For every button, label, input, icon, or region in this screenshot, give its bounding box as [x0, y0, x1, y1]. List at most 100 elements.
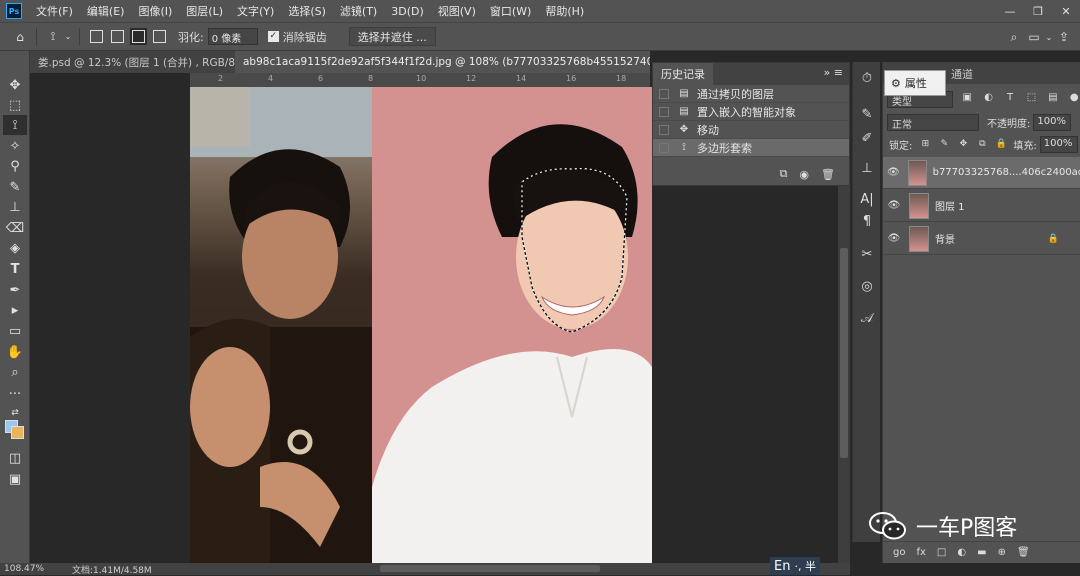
background-color-swatch[interactable] [11, 426, 24, 439]
menu-help[interactable]: 帮助(H) [545, 3, 584, 19]
horizontal-scroll-thumb[interactable] [380, 565, 600, 572]
history-checkbox[interactable] [659, 124, 669, 135]
clone-source-icon[interactable]: ⊥ [857, 158, 877, 178]
select-and-mask-button[interactable]: 选择并遮住 ... [348, 27, 436, 46]
menu-image[interactable]: 图像(I) [138, 3, 172, 19]
tab-document-1[interactable]: 娄.psd @ 12.3% (图层 1 (合并) , RGB/8*) [30, 51, 235, 73]
intersect-selection-icon[interactable] [153, 30, 166, 43]
minimize-icon[interactable]: — [996, 0, 1024, 22]
zoom-level[interactable]: 108.47% [4, 564, 64, 574]
add-selection-icon[interactable] [111, 30, 124, 43]
new-selection-icon[interactable] [90, 30, 103, 43]
feather-input[interactable]: 0 像素 [207, 28, 258, 45]
fx-icon[interactable]: fx [916, 547, 925, 558]
menu-view[interactable]: 视图(V) [438, 3, 476, 19]
fill-input[interactable]: 100% [1039, 135, 1078, 153]
eyedropper-tool-icon[interactable]: ⚲ [3, 156, 27, 176]
tab-document-2[interactable]: ab98c1aca9115f2de92af5f344f1f2d.jpg @ 10… [235, 51, 650, 73]
menu-edit[interactable]: 编辑(E) [87, 3, 125, 19]
new-document-from-state-icon[interactable]: ⧉ [780, 167, 788, 181]
menu-file[interactable]: 文件(F) [36, 3, 73, 19]
lock-pixels-icon[interactable]: ✎ [938, 139, 950, 149]
magic-wand-tool-icon[interactable]: ✧ [3, 136, 27, 156]
type-filter-icon[interactable]: T [1003, 92, 1016, 106]
document-info[interactable]: 文档:1.41M/4.58M [72, 563, 152, 576]
new-group-icon[interactable]: ▬ [977, 547, 986, 558]
home-icon[interactable]: ⌂ [10, 27, 30, 47]
history-item[interactable]: ⟟ 多边形套索 [653, 139, 849, 157]
menu-type[interactable]: 文字(Y) [237, 3, 274, 19]
trash-icon[interactable]: 🗑 [821, 168, 835, 181]
menu-filter[interactable]: 滤镜(T) [340, 3, 377, 19]
path-select-tool-icon[interactable]: ▸ [3, 300, 27, 320]
vertical-scroll-thumb[interactable] [840, 248, 848, 458]
tab-channels[interactable]: 通道 [951, 66, 973, 82]
camera-snapshot-icon[interactable]: ◉ [799, 168, 809, 181]
shape-filter-icon[interactable]: ⬚ [1025, 92, 1038, 106]
menu-window[interactable]: 窗口(W) [490, 3, 531, 19]
filter-toggle-icon[interactable]: ● [1068, 92, 1080, 106]
pen-tool-icon[interactable]: ✒ [3, 280, 27, 300]
character-icon[interactable]: A| [857, 189, 877, 209]
opacity-input[interactable]: 100% [1033, 113, 1072, 131]
type-tool-icon[interactable]: T [3, 259, 27, 279]
visibility-eye-icon[interactable]: 👁 [883, 200, 905, 211]
layer-row[interactable]: 👁 图层 1 [883, 190, 1080, 222]
menu-layer[interactable]: 图层(L) [186, 3, 223, 19]
visibility-eye-icon[interactable]: 👁 [883, 233, 905, 244]
new-layer-icon[interactable]: ⊕ [998, 547, 1006, 558]
layer-row[interactable]: 👁 b77703325768....406c2400ad7 [883, 157, 1080, 189]
restore-icon[interactable]: ❐ [1024, 0, 1052, 22]
lock-artboard-icon[interactable]: ⧉ [976, 139, 988, 149]
paragraph-icon[interactable]: ¶ [857, 211, 877, 231]
more-tools-icon[interactable]: ··· [3, 384, 27, 404]
search-icon[interactable]: ⌕ [1004, 27, 1024, 47]
lock-transparent-icon[interactable]: ⊞ [919, 139, 931, 149]
history-panel-icon[interactable]: ⏱ [857, 68, 877, 88]
tab-history[interactable]: 历史记录 [653, 63, 713, 85]
lock-all-icon[interactable]: 🔒 [995, 139, 1007, 149]
zoom-tool-icon[interactable]: ⌕ [3, 362, 27, 382]
adjustment-filter-icon[interactable]: ◐ [982, 92, 995, 106]
menu-3d[interactable]: 3D(D) [391, 5, 424, 18]
layer-row[interactable]: 👁 背景 🔒 [883, 223, 1080, 255]
panel-menu-icon[interactable]: » ≡ [824, 66, 843, 79]
polygonal-lasso-preset-icon[interactable]: ⟟ [43, 27, 63, 47]
brush-tool-icon[interactable]: ✎ [3, 177, 27, 197]
eraser-tool-icon[interactable]: ⌫ [3, 218, 27, 238]
screen-mode-icon[interactable]: ▣ [3, 469, 27, 489]
brushes-icon[interactable]: ✐ [857, 128, 877, 148]
ime-indicator[interactable]: En ·, 半 [770, 557, 820, 575]
menu-select[interactable]: 选择(S) [288, 3, 326, 19]
lock-position-icon[interactable]: ✥ [957, 139, 969, 149]
tools-icon[interactable]: ✂ [857, 244, 877, 264]
quick-mask-icon[interactable]: ◫ [3, 448, 27, 468]
glyphs-icon[interactable]: 𝒜 [857, 308, 877, 328]
rectangle-tool-icon[interactable]: ▭ [3, 321, 27, 341]
antialias-checkbox[interactable]: ✓ [267, 31, 279, 42]
properties-popup[interactable]: ⚙ 属性 [884, 70, 946, 96]
workspace-icon[interactable]: ▭ [1024, 27, 1044, 47]
hand-tool-icon[interactable]: ✋ [3, 342, 27, 362]
history-item[interactable]: ▤ 置入嵌入的智能对象 [653, 103, 849, 121]
smart-object-filter-icon[interactable]: ▤ [1046, 92, 1059, 106]
bucket-tool-icon[interactable]: ◈ [3, 238, 27, 258]
marquee-tool-icon[interactable]: ⬚ [3, 95, 27, 115]
visibility-eye-icon[interactable]: 👁 [883, 167, 904, 178]
adjustment-layer-icon[interactable]: ◐ [957, 547, 966, 558]
history-checkbox[interactable] [659, 88, 669, 99]
stamp-tool-icon[interactable]: ⊥ [3, 197, 27, 217]
blend-mode-select[interactable]: 正常 [887, 113, 979, 131]
history-item[interactable]: ✥ 移动 [653, 121, 849, 139]
chevron-down-icon[interactable]: ⌄ [1044, 27, 1054, 47]
polygonal-lasso-tool-icon[interactable]: ⟟ [3, 115, 27, 135]
brush-settings-icon[interactable]: ✎ [857, 104, 877, 124]
delete-layer-icon[interactable]: 🗑 [1017, 547, 1030, 558]
close-icon[interactable]: ✕ [1052, 0, 1080, 22]
libraries-icon[interactable]: ◎ [857, 276, 877, 296]
pixel-filter-icon[interactable]: ▣ [961, 92, 974, 106]
history-checkbox[interactable] [659, 106, 669, 117]
history-item[interactable]: ▤ 通过拷贝的图层 [653, 85, 849, 103]
move-tool-icon[interactable]: ✥ [3, 75, 27, 95]
add-mask-icon[interactable]: □ [937, 547, 946, 558]
